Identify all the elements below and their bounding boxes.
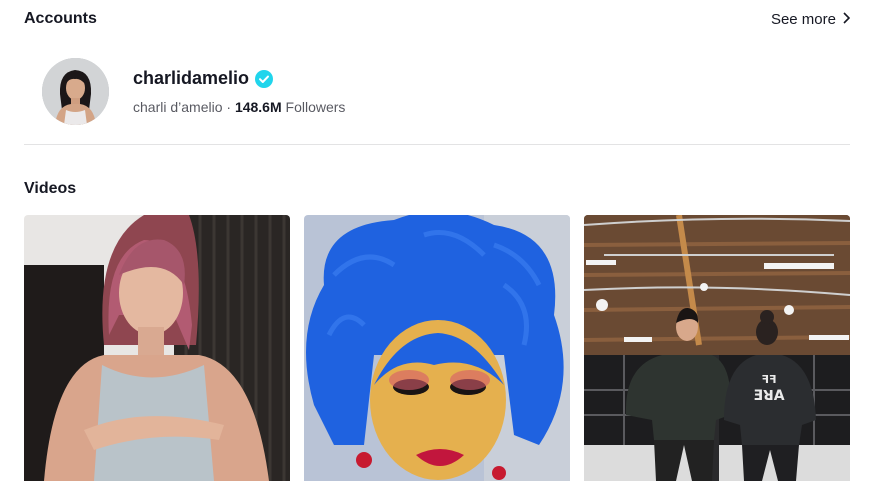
account-subline: charli d’amelio · 148.6M Followers: [133, 99, 345, 115]
accounts-title: Accounts: [24, 10, 97, 27]
video-thumbnail[interactable]: ꟻ͏ꟻ ƎꓤA: [584, 215, 850, 481]
accounts-header: Accounts See more: [24, 8, 851, 30]
see-more-link[interactable]: See more: [770, 10, 851, 28]
divider: [24, 144, 850, 145]
account-display-name: charli d’amelio: [133, 99, 223, 115]
videos-title: Videos: [24, 180, 77, 197]
avatar[interactable]: [42, 58, 109, 125]
video-thumbnail[interactable]: [304, 215, 570, 481]
follower-label: Followers: [285, 99, 346, 115]
see-more-label: See more: [770, 10, 836, 28]
chevron-right-icon: [842, 11, 851, 28]
verified-badge-icon: [255, 69, 274, 88]
svg-text:ꟻ͏ꟻ: ꟻ͏ꟻ: [761, 373, 776, 386]
follower-count: 148.6M: [234, 99, 282, 115]
account-item[interactable]: charlidamelio charli d’amelio · 148.6M F…: [42, 58, 345, 125]
account-username[interactable]: charlidamelio: [133, 68, 249, 89]
videos-header: Videos: [24, 178, 850, 200]
separator-dot: ·: [226, 99, 232, 115]
svg-text:ƎꓤA: ƎꓤA: [753, 388, 784, 404]
video-thumbnail[interactable]: [24, 215, 290, 481]
